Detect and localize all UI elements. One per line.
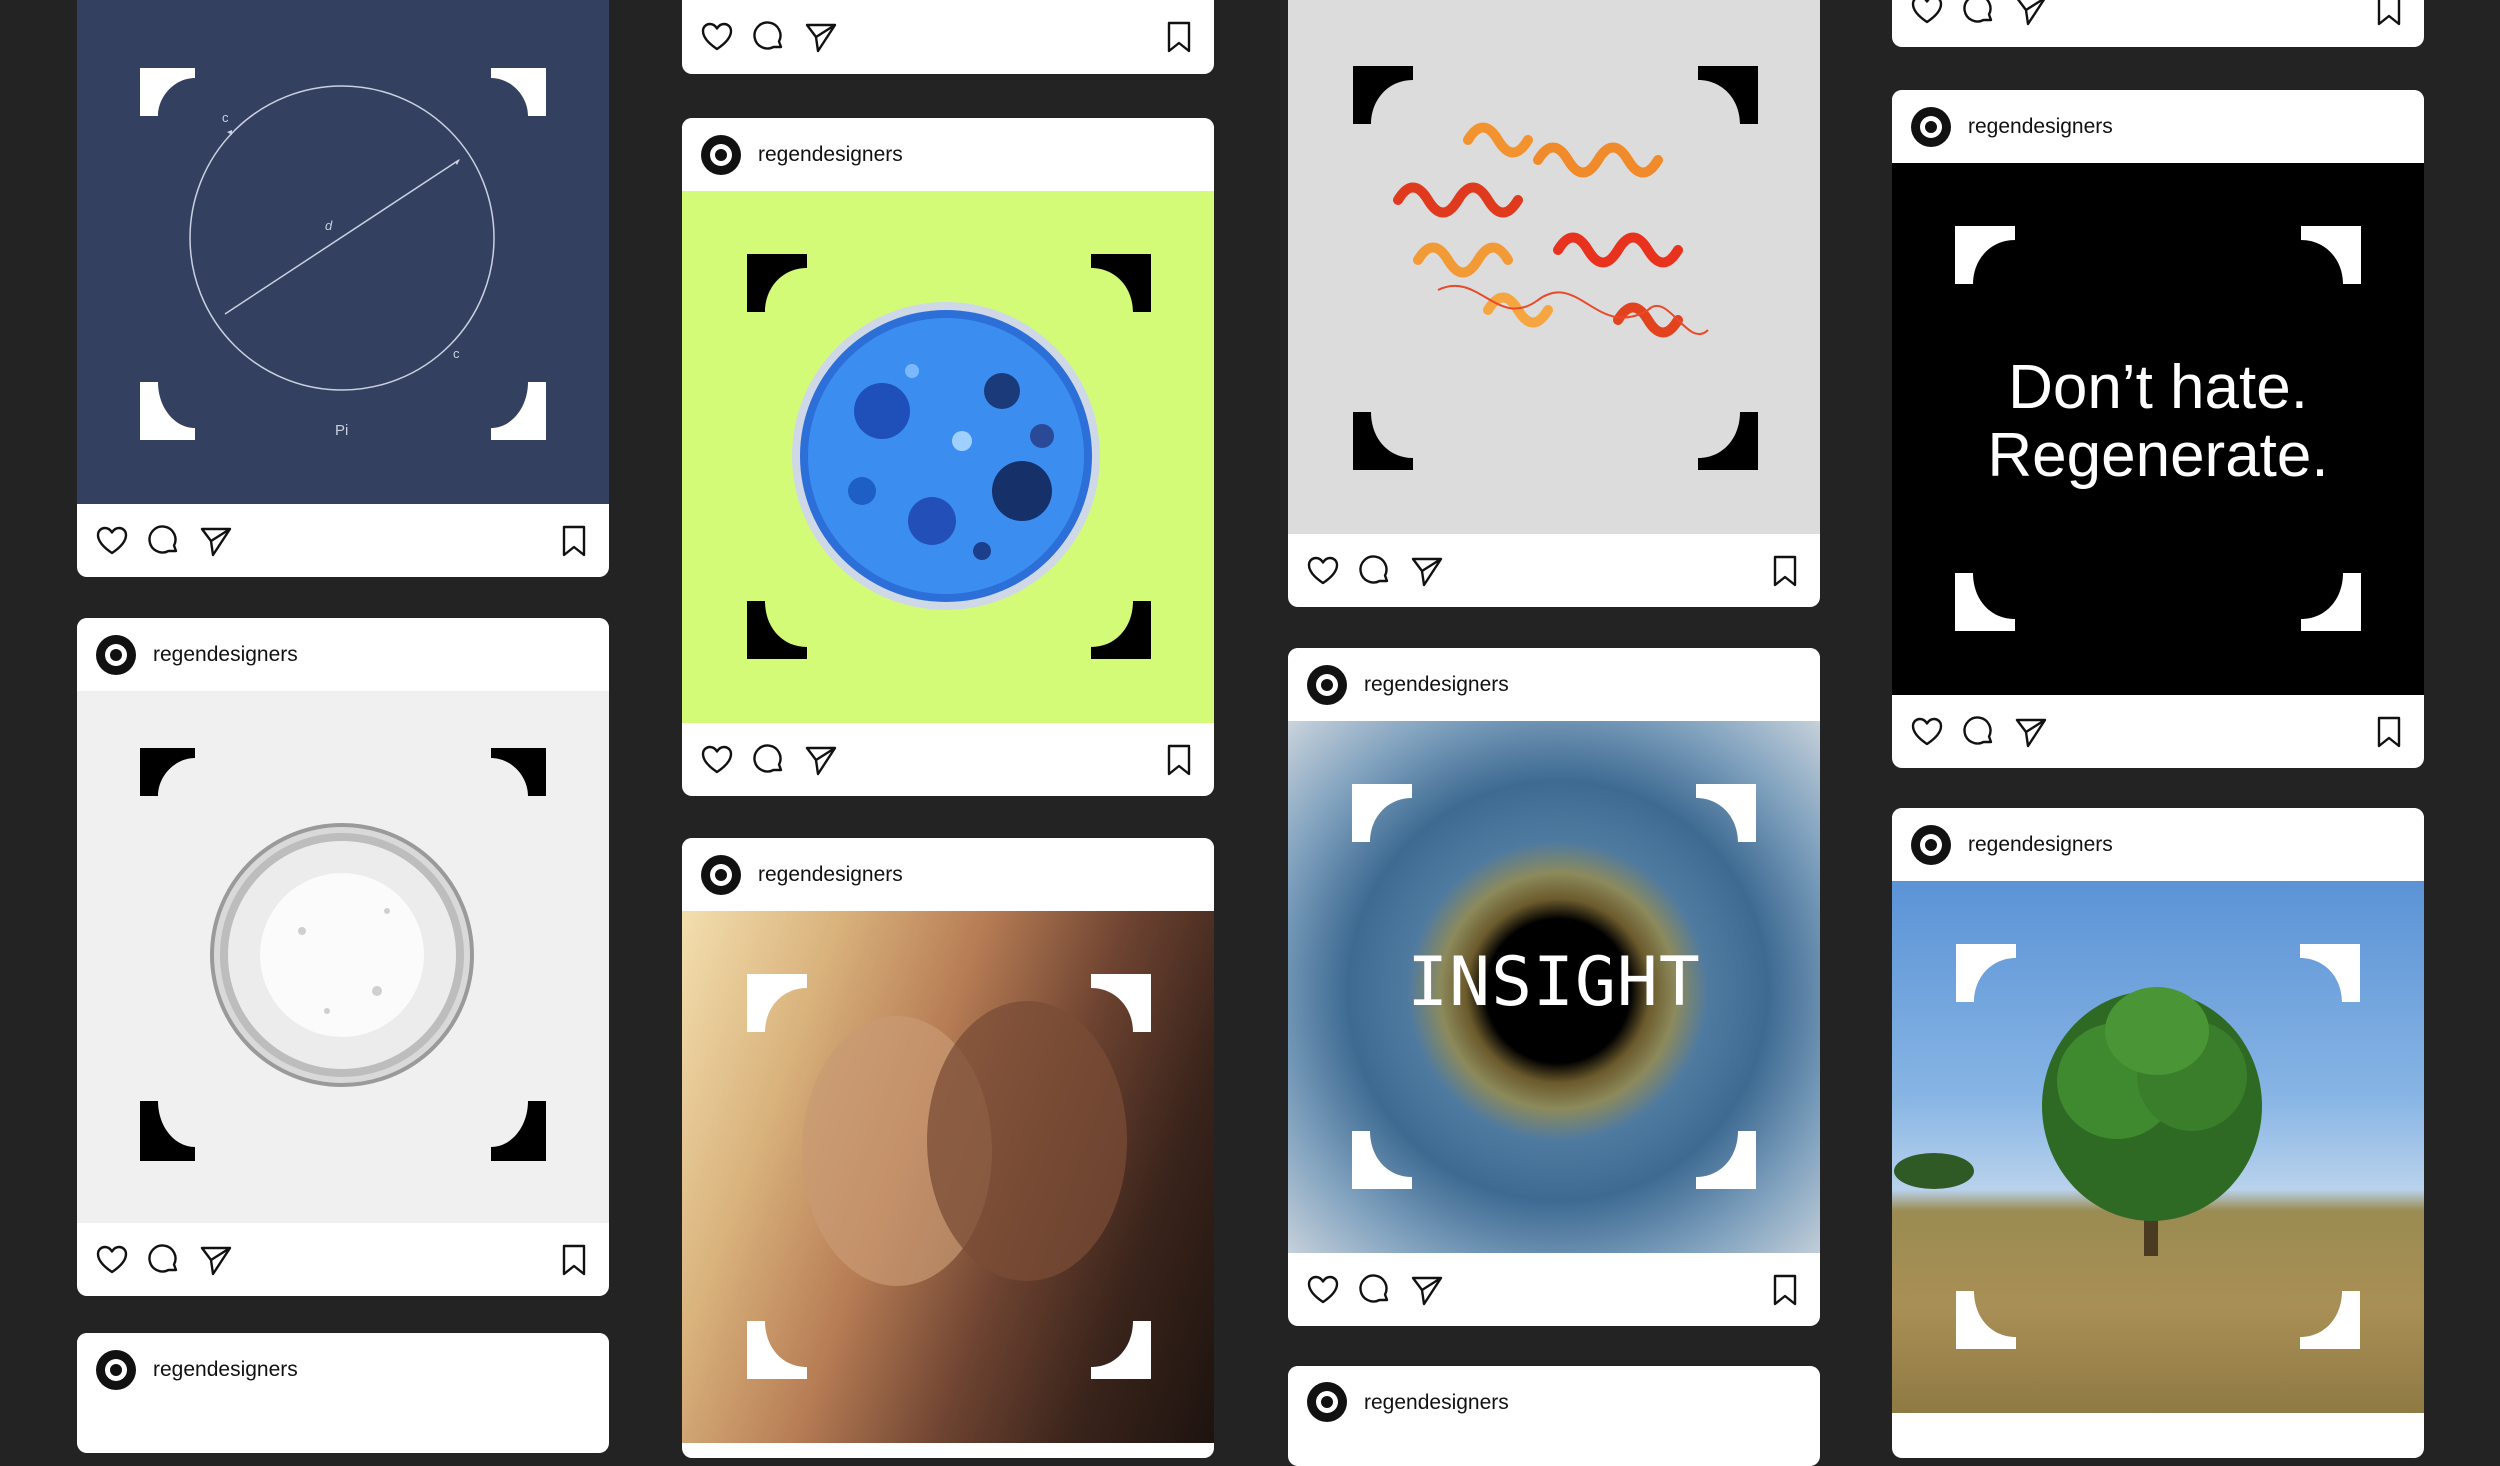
post-card: regendesigners	[1288, 1366, 1820, 1466]
comment-icon[interactable]	[752, 743, 786, 777]
diagram-label-c-bottom: c	[453, 346, 460, 361]
post-header: regendesigners	[682, 118, 1214, 191]
comment-icon[interactable]	[1358, 554, 1392, 588]
regen-logo-icon[interactable]	[1911, 824, 1951, 865]
send-icon[interactable]	[804, 20, 838, 54]
post-header: regendesigners	[1892, 808, 2424, 881]
comment-icon[interactable]	[147, 1243, 181, 1277]
send-icon[interactable]	[199, 524, 233, 558]
post-header: regendesigners	[77, 1333, 609, 1406]
bookmark-icon[interactable]	[557, 1243, 591, 1277]
diagram-label-c-top: c	[222, 110, 229, 125]
post-card	[1288, 0, 1820, 607]
send-icon[interactable]	[2014, 715, 2048, 749]
heart-icon[interactable]	[95, 524, 129, 558]
couple-photo-graphic	[747, 974, 1151, 1379]
username[interactable]: regendesigners	[1968, 115, 2113, 139]
post-image[interactable]	[682, 911, 1214, 1443]
post-actions	[682, 0, 1214, 73]
post-actions	[1288, 534, 1820, 607]
slogan-line-2: Regenerate.	[1987, 421, 2329, 490]
send-icon[interactable]	[199, 1243, 233, 1277]
post-card: regendesigners INSIGHT	[1288, 648, 1820, 1326]
post-image[interactable]	[1892, 881, 2424, 1413]
heart-icon[interactable]	[95, 1243, 129, 1277]
post-actions	[77, 1223, 609, 1296]
heart-icon[interactable]	[1910, 0, 1944, 27]
post-card: regendesigners	[77, 1333, 609, 1453]
username[interactable]: regendesigners	[758, 143, 903, 167]
post-card: regendesigners	[682, 838, 1214, 1458]
post-card: regendesigners	[1892, 808, 2424, 1458]
regen-logo-icon[interactable]	[1911, 106, 1951, 147]
post-card: c d c Pi	[77, 0, 609, 577]
comment-icon[interactable]	[1358, 1273, 1392, 1307]
post-header: regendesigners	[1892, 90, 2424, 163]
regen-logo-icon[interactable]	[701, 134, 741, 175]
tree-photo-graphic	[1894, 944, 2360, 1349]
send-icon[interactable]	[1410, 554, 1444, 588]
post-image[interactable]: c d c Pi	[77, 0, 609, 504]
post-header: regendesigners	[682, 838, 1214, 911]
post-card	[682, 0, 1214, 74]
post-card: regendesigners	[77, 618, 609, 1296]
username[interactable]: regendesigners	[1968, 833, 2113, 857]
diagram-label-d: d	[325, 218, 333, 233]
protein-structure-graphic	[1353, 66, 1758, 470]
post-actions	[682, 723, 1214, 796]
post-actions	[77, 504, 609, 577]
insight-caption: INSIGHT	[1407, 943, 1701, 1022]
username[interactable]: regendesigners	[1364, 1391, 1509, 1415]
post-image[interactable]	[682, 191, 1214, 723]
post-actions	[1892, 695, 2424, 768]
post-card: regendesigners Don’t hate. Regenerate.	[1892, 90, 2424, 768]
heart-icon[interactable]	[700, 20, 734, 54]
post-image[interactable]	[77, 691, 609, 1223]
heart-icon[interactable]	[700, 743, 734, 777]
comment-icon[interactable]	[1962, 715, 1996, 749]
post-actions	[1288, 1253, 1820, 1326]
comment-icon[interactable]	[752, 20, 786, 54]
post-image[interactable]: Don’t hate. Regenerate.	[1892, 163, 2424, 695]
bookmark-icon[interactable]	[2372, 0, 2406, 27]
heart-icon[interactable]	[1910, 715, 1944, 749]
username[interactable]: regendesigners	[153, 1358, 298, 1382]
regen-logo-icon[interactable]	[1307, 664, 1347, 705]
post-header: regendesigners	[1288, 648, 1820, 721]
post-image[interactable]	[1288, 0, 1820, 534]
bookmark-icon[interactable]	[1162, 20, 1196, 54]
post-card: regendesigners	[682, 118, 1214, 796]
slogan-line-1: Don’t hate.	[2008, 353, 2308, 422]
regen-logo-icon[interactable]	[701, 854, 741, 895]
post-card	[1892, 0, 2424, 47]
post-image[interactable]: INSIGHT	[1288, 721, 1820, 1253]
diagram-label-pi: Pi	[335, 422, 349, 439]
comment-icon[interactable]	[147, 524, 181, 558]
post-actions	[1892, 0, 2424, 46]
bookmark-icon[interactable]	[1768, 554, 1802, 588]
bookmark-icon[interactable]	[2372, 715, 2406, 749]
regen-logo-icon[interactable]	[96, 634, 136, 675]
username[interactable]: regendesigners	[153, 643, 298, 667]
username[interactable]: regendesigners	[1364, 673, 1509, 697]
regen-logo-icon[interactable]	[96, 1349, 136, 1390]
username[interactable]: regendesigners	[758, 863, 903, 887]
heart-icon[interactable]	[1306, 554, 1340, 588]
bookmark-icon[interactable]	[557, 524, 591, 558]
post-header: regendesigners	[1288, 1366, 1820, 1439]
bookmark-icon[interactable]	[1162, 743, 1196, 777]
send-icon[interactable]	[804, 743, 838, 777]
send-icon[interactable]	[2014, 0, 2048, 27]
water-glass-graphic	[140, 748, 546, 1161]
send-icon[interactable]	[1410, 1273, 1444, 1307]
regen-logo-icon[interactable]	[1307, 1382, 1347, 1422]
post-header: regendesigners	[77, 618, 609, 691]
bookmark-icon[interactable]	[1768, 1273, 1802, 1307]
petri-dish-graphic	[747, 254, 1151, 659]
comment-icon[interactable]	[1962, 0, 1996, 27]
heart-icon[interactable]	[1306, 1273, 1340, 1307]
